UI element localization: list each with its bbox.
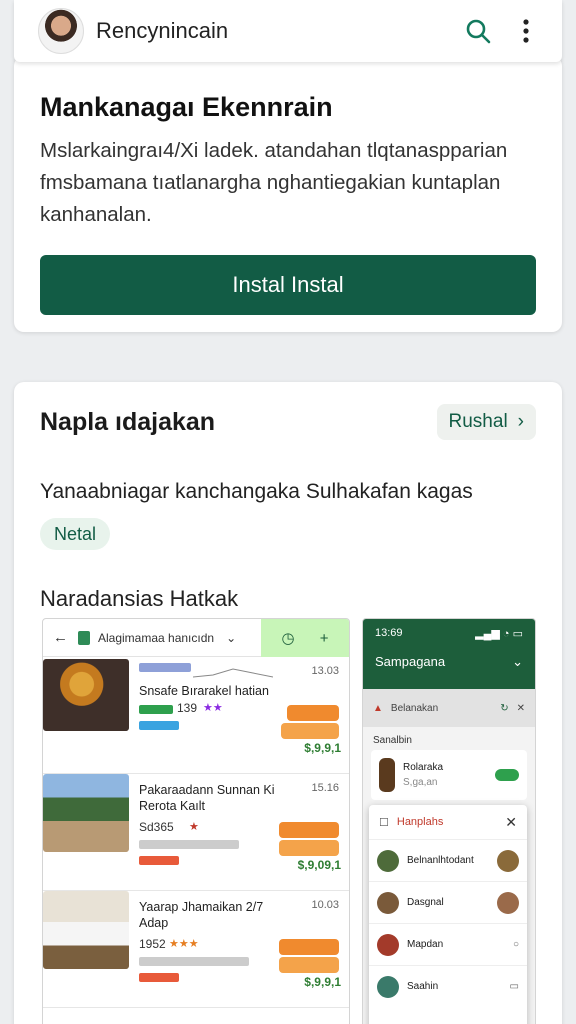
top-app-bar: Rencynincain xyxy=(14,0,562,62)
details-title: Napla ıdajakan xyxy=(40,407,216,436)
item-price: $,9,9,1 xyxy=(304,741,341,755)
list-item: 10.03 Yaarap Jhamaikan 2/7 Adap 1952 ★★★… xyxy=(43,891,349,1008)
item-rating: Sd365 xyxy=(139,820,174,834)
radio-icon: ○ xyxy=(512,939,519,950)
back-arrow-icon: ← xyxy=(53,629,68,646)
screenshot-dialog-preview[interactable]: 13:69 ▂▄▆ ◔ ▭ Sampagana ⌄ ▲ Belanakan ↻ … xyxy=(362,618,536,1024)
popup-row[interactable]: Dasgnal xyxy=(369,881,527,923)
app-badge-icon xyxy=(78,630,90,645)
more-vert-icon[interactable] xyxy=(510,15,542,47)
preview-title: Sampagana xyxy=(375,654,446,669)
popup-row[interactable]: Mapdan ○ xyxy=(369,923,527,965)
label-badge xyxy=(139,840,239,849)
star-icon: ★ xyxy=(189,821,199,833)
screenshot-list-preview[interactable]: ← Alagimamaa hanıcıdn ⌄ ◷ + 13.03 Snsafe… xyxy=(42,618,350,1024)
details-action-button[interactable]: Rushal › xyxy=(436,404,536,440)
star-icon: ★★★ xyxy=(169,938,199,950)
thumbnail-image xyxy=(497,849,519,872)
label-badge xyxy=(139,957,249,966)
chevron-right-icon: › xyxy=(517,411,524,432)
file-icon: ▭ xyxy=(509,981,519,992)
install-card: Mankanagaı Ekennrain Mslarkaingraı4/Xi l… xyxy=(14,56,562,332)
plus-icon: + xyxy=(319,629,329,647)
checkbox-icon: ☐ xyxy=(379,816,389,829)
app-name: Rencynincain xyxy=(96,18,229,43)
item-name: Rolaraka xyxy=(403,762,444,773)
label-badge xyxy=(139,663,191,672)
item-name: Yaarap Jhamaikan 2/7 Adap xyxy=(139,900,264,930)
thumbnail-image xyxy=(43,774,129,852)
details-card: Napla ıdajakan Rushal › Yanaabniagar kan… xyxy=(14,382,562,1024)
category-tag[interactable]: Netal xyxy=(40,518,111,550)
sparkline-icon xyxy=(193,668,273,678)
preview-header: ← Alagimamaa hanıcıdn ⌄ ◷ + xyxy=(43,619,349,657)
popup-title: Hanplahs xyxy=(396,816,444,828)
item-date: 10.03 xyxy=(311,899,339,911)
signal-wifi-battery-icon: ▂▄▆ ◔ ▭ xyxy=(475,628,523,640)
item-date: 15.16 xyxy=(311,782,339,794)
thumbnail-image xyxy=(497,891,519,914)
details-action-label: Rushal xyxy=(448,411,508,432)
chevron-down-icon: ⌄ xyxy=(226,630,237,645)
popup-row[interactable]: Belnanlhtodant xyxy=(369,839,527,881)
alert-icon: ▲ xyxy=(373,702,383,714)
install-button[interactable]: Instal Instal xyxy=(40,255,536,315)
app-description: Mslarkaingraı4/Xi ladek. atandahan tlqta… xyxy=(40,139,508,226)
item-rating: 139 xyxy=(177,701,198,715)
avatar[interactable] xyxy=(38,8,84,54)
label-badge xyxy=(139,721,179,730)
item-price: $,9,09,1 xyxy=(297,858,341,872)
list-label: Sanalbin xyxy=(373,735,412,746)
item-name: Pakaraadann Sunnan Ki Rerota Kaılt xyxy=(139,783,275,813)
tools-icon: ✕ xyxy=(516,702,525,714)
toggle-icon xyxy=(495,769,519,781)
preview-header-text: Alagimamaa hanıcıdn xyxy=(98,630,215,645)
avatar xyxy=(377,849,399,872)
item-rating: 1952 xyxy=(139,937,166,951)
list-item: 13.03 Snsafe Bırarakel hatian 139 ★★ $,9… xyxy=(43,657,349,774)
thumbnail-image xyxy=(43,659,129,731)
chevron-down-icon: ⌄ xyxy=(512,654,523,669)
refresh-icon: ↻ xyxy=(500,702,509,714)
avatar xyxy=(377,891,399,914)
preview-header-actions: ◷ + xyxy=(261,619,349,657)
label-badge xyxy=(139,856,179,865)
timer-icon: ◷ xyxy=(281,630,295,647)
popup-row[interactable]: Saahin ▭ xyxy=(369,965,527,1007)
item-subtitle: S,ga,an xyxy=(403,777,438,788)
status-badge xyxy=(279,957,339,973)
list-item: 15.16 Pakaraadann Sunnan Ki Rerota Kaılt… xyxy=(43,774,349,891)
search-icon[interactable] xyxy=(462,15,494,47)
popup-row-label: Belnanlhtodant xyxy=(407,855,474,866)
status-badge xyxy=(279,840,339,856)
bottle-icon xyxy=(379,758,395,792)
details-subtitle: Yanaabniagar kanchangaka Sulhakafan kaga… xyxy=(40,480,473,503)
status-badge xyxy=(287,705,339,721)
list-item: Rolaraka S,ga,an xyxy=(371,750,527,800)
status-time: 13:69 xyxy=(375,627,403,639)
star-icon: ★★ xyxy=(203,702,223,714)
popup-row-label: Dasgnal xyxy=(407,897,444,908)
screenshots-label: Naradansias Hatkak xyxy=(40,586,239,611)
filter-label: Belanakan xyxy=(390,702,439,714)
status-badge xyxy=(279,939,339,955)
popup-dialog: ☐ Hanplahs ✕ Belnanlhtodant Dasgnal Mapd… xyxy=(369,805,527,1024)
thumbnail-image xyxy=(43,891,129,969)
label-badge xyxy=(139,705,173,714)
item-date: 13.03 xyxy=(311,665,339,677)
avatar xyxy=(377,975,399,998)
preview-status-bar: 13:69 ▂▄▆ ◔ ▭ Sampagana ⌄ xyxy=(363,619,535,689)
item-name: Snsafe Bırarakel hatian xyxy=(139,684,269,698)
label-badge xyxy=(139,973,179,982)
popup-row-label: Mapdan xyxy=(407,939,444,950)
status-badge xyxy=(281,723,339,739)
item-price: $,9,9,1 xyxy=(304,975,341,989)
status-badge xyxy=(279,822,339,838)
popup-row-label: Saahin xyxy=(407,981,439,992)
close-icon[interactable]: ✕ xyxy=(505,814,517,831)
filter-row: ▲ Belanakan ↻ ✕ xyxy=(363,689,535,727)
app-title: Mankanagaı Ekennrain xyxy=(40,92,333,122)
avatar xyxy=(377,933,399,956)
